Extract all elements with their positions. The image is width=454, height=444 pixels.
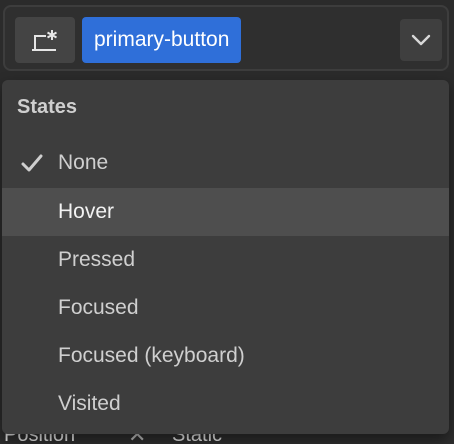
checkmark-icon (21, 154, 43, 172)
menu-item-focused-keyboard[interactable]: Focused (keyboard) (2, 332, 449, 380)
selector-bar: primary-button (3, 5, 449, 71)
chevron-down-icon (411, 34, 431, 46)
states-dropdown: States None Hover Pressed Focused Focuse… (2, 80, 449, 434)
menu-item-label: Pressed (58, 248, 136, 271)
menu-item-label: Visited (58, 392, 121, 415)
menu-item-visited[interactable]: Visited (2, 380, 449, 428)
menu-item-hover[interactable]: Hover (2, 188, 449, 236)
menu-item-label: Focused (keyboard) (58, 344, 245, 367)
menu-item-none[interactable]: None (2, 139, 449, 187)
menu-item-focused[interactable]: Focused (2, 284, 449, 332)
menu-item-label: Hover (58, 200, 115, 223)
state-selector-icon (32, 30, 57, 51)
menu-item-label: None (58, 151, 109, 174)
state-selector-button[interactable] (15, 17, 75, 63)
dropdown-toggle-button[interactable] (400, 19, 442, 61)
class-selector-pill[interactable]: primary-button (82, 17, 242, 63)
menu-item-label: Focused (58, 296, 139, 319)
app-root: Position ✕ Static primary-button States … (0, 0, 454, 444)
dropdown-heading: States (17, 96, 78, 118)
menu-item-pressed[interactable]: Pressed (2, 236, 449, 284)
